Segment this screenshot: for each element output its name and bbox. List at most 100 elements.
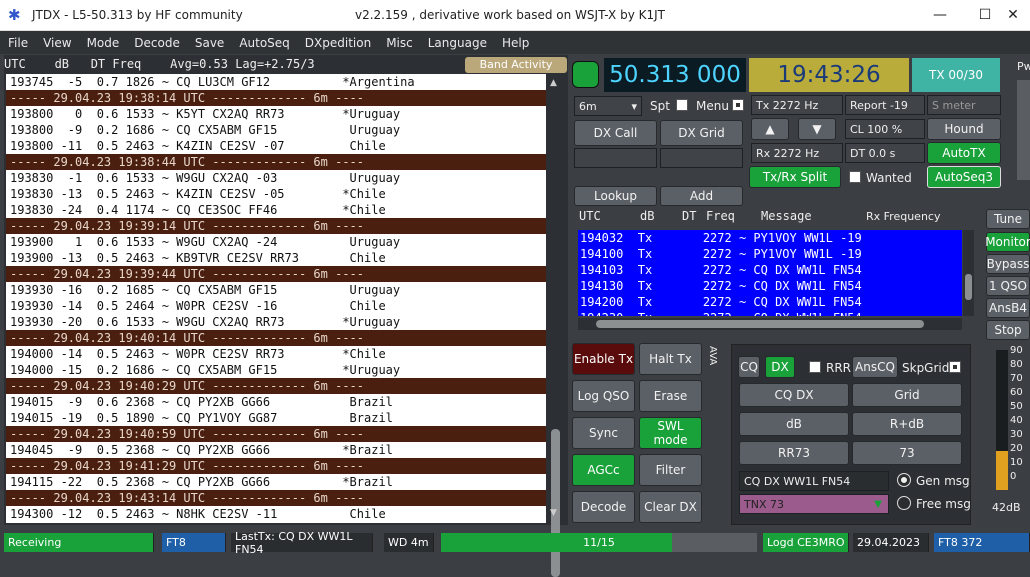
rx-frequency-field[interactable]: Rx 2272 Hz — [751, 143, 843, 163]
decode-row[interactable]: 193800 -11 0.5 2463 ~ K4ZIN CE2SV -07 Ch… — [6, 138, 546, 154]
decode-row[interactable]: 194015 -9 0.6 2368 ~ CQ PY2XB GG66 Brazi… — [6, 394, 546, 410]
smeter-field[interactable]: S meter — [927, 95, 1001, 115]
decode-row[interactable]: 193930 -16 0.2 1685 ~ CQ CX5ABM GF15 Uru… — [6, 282, 546, 298]
db-message-button[interactable]: dB — [739, 412, 849, 436]
tx-rx-split-button[interactable]: Tx/Rx Split — [749, 166, 841, 188]
menu-help[interactable]: Help — [502, 36, 529, 50]
free-msg-radio[interactable] — [897, 496, 911, 510]
hound-button[interactable]: Hound — [927, 118, 1001, 140]
dial-frequency[interactable]: 50.313 000 — [604, 58, 746, 92]
rx-row[interactable]: 194230 Tx 2272 ~ CQ DX WW1L FN54 — [578, 310, 962, 316]
clear-dx-button[interactable]: Clear DX — [639, 491, 702, 523]
monitor-button[interactable]: Monitor — [985, 232, 1030, 252]
menu-decode[interactable]: Decode — [134, 36, 180, 50]
dx-call-input[interactable] — [574, 148, 657, 168]
anscq-button[interactable]: AnsCQ — [852, 356, 898, 378]
rx-frequency-list[interactable]: 194032 Tx 2272 ~ PY1VOY WW1L -19 194100 T… — [578, 230, 962, 316]
decode-row[interactable]: 194300 -12 0.5 2463 ~ N8HK CE2SV -11 Chi… — [6, 506, 546, 522]
grid-message-button[interactable]: Grid — [852, 383, 962, 407]
rx-row[interactable]: 194100 Tx 2272 ~ PY1VOY WW1L -19 — [578, 246, 962, 262]
ansb4-button[interactable]: AnsB4 — [986, 298, 1030, 318]
decode-button[interactable]: Decode — [572, 491, 635, 523]
agcc-button[interactable]: AGCc — [572, 454, 635, 486]
menu-file[interactable]: File — [8, 36, 28, 50]
dt-spinbox[interactable]: DT 0.0 s — [845, 143, 925, 163]
filter-button[interactable]: Filter — [639, 454, 702, 486]
minimize-button[interactable]: — — [925, 4, 955, 26]
wanted-checkbox[interactable] — [849, 171, 861, 183]
freq-down-button[interactable]: ▼ — [798, 118, 836, 140]
menu-dxpedition[interactable]: DXpedition — [305, 36, 371, 50]
log-qso-button[interactable]: Log QSO — [572, 380, 635, 412]
decode-row[interactable]: 194045 -9 0.5 2368 ~ CQ PY2XB GG66 *Braz… — [6, 442, 546, 458]
menu-autoseq[interactable]: AutoSeq — [239, 36, 289, 50]
free-message-dropdown[interactable]: TNX 73 ▼ — [739, 494, 889, 514]
cq-button[interactable]: CQ — [738, 356, 760, 378]
band-select[interactable]: 6m ▾ — [574, 96, 642, 116]
menu-save[interactable]: Save — [195, 36, 224, 50]
rrr-checkbox[interactable] — [809, 361, 821, 373]
decode-row[interactable]: 194115 -22 0.5 2368 ~ CQ PY2XB GG66 *Bra… — [6, 474, 546, 490]
sync-button[interactable]: Sync — [572, 417, 635, 449]
autotx-button[interactable]: AutoTX — [927, 142, 1001, 164]
enable-tx-button[interactable]: Enable Tx — [572, 343, 635, 375]
decode-row[interactable]: 193900 -13 0.5 2463 ~ KB9TVR CE2SV RR73 … — [6, 250, 546, 266]
dx-grid-input[interactable] — [660, 148, 743, 168]
add-button[interactable]: Add — [660, 186, 743, 206]
menu-checkbox[interactable] — [732, 99, 744, 111]
scroll-down-icon[interactable]: ▼ — [550, 508, 557, 518]
menu-mode[interactable]: Mode — [87, 36, 120, 50]
cl-spinbox[interactable]: CL 100 % — [845, 119, 925, 139]
bypass-button[interactable]: Bypass — [986, 254, 1030, 274]
rdb-message-button[interactable]: R+dB — [852, 412, 962, 436]
rx-row[interactable]: 194103 Tx 2272 ~ CQ DX WW1L FN54 — [578, 262, 962, 278]
lookup-button[interactable]: Lookup — [574, 186, 657, 206]
one-qso-button[interactable]: 1 QSO — [986, 276, 1030, 296]
decode-row[interactable]: 193800 0 0.6 1533 ~ K5YT CX2AQ RR73 *Uru… — [6, 106, 546, 122]
decode-row[interactable]: 194015 -19 0.5 1890 ~ CQ PY1VOY GG87 Bra… — [6, 410, 546, 426]
dx-button[interactable]: DX — [765, 356, 795, 378]
stop-button[interactable]: Stop — [986, 320, 1030, 340]
band-activity-scrollbar[interactable]: ▲ ▼ — [547, 74, 564, 577]
rx-row[interactable]: 194032 Tx 2272 ~ PY1VOY WW1L -19 — [578, 230, 962, 246]
decode-row[interactable]: 193745 -5 0.7 1826 ~ CQ LU3CM GF12 *Arge… — [6, 74, 546, 90]
rx-vscroll-thumb[interactable] — [965, 274, 972, 300]
band-activity-list[interactable]: 193745 -5 0.7 1826 ~ CQ LU3CM GF12 *Arge… — [6, 74, 546, 523]
decode-row[interactable]: 193830 -13 0.5 2463 ~ K4ZIN CE2SV -05 *C… — [6, 186, 546, 202]
rx-row[interactable]: 194130 Tx 2272 ~ CQ DX WW1L FN54 — [578, 278, 962, 294]
scroll-thumb[interactable] — [551, 429, 560, 577]
menu-misc[interactable]: Misc — [386, 36, 413, 50]
tune-button[interactable]: Tune — [986, 209, 1030, 229]
decode-row[interactable]: 193930 -20 0.6 1533 ~ W9GU CX2AQ RR73 *U… — [6, 314, 546, 330]
dx-call-button[interactable]: DX Call — [574, 120, 657, 146]
decode-row[interactable]: 194000 -14 0.5 2463 ~ W0PR CE2SV RR73 *C… — [6, 346, 546, 362]
swl-mode-button[interactable]: SWL mode — [639, 417, 702, 449]
73-message-button[interactable]: 73 — [852, 441, 962, 465]
skpgrid-checkbox[interactable] — [949, 361, 961, 373]
gen-msg-radio[interactable] — [897, 473, 911, 487]
decode-row[interactable]: 194000 -15 0.2 1686 ~ CQ CX5ABM GF15 *Ur… — [6, 362, 546, 378]
cq-dx-message-button[interactable]: CQ DX — [739, 383, 849, 407]
autoseq3-button[interactable]: AutoSeq3 — [927, 166, 1001, 188]
menu-view[interactable]: View — [43, 36, 71, 50]
decode-row[interactable]: 193830 -1 0.6 1533 ~ W9GU CX2AQ -03 Urug… — [6, 170, 546, 186]
decode-row[interactable]: 193830 -24 0.4 1174 ~ CQ CE3SOC FF46 *Ch… — [6, 202, 546, 218]
spt-checkbox[interactable] — [676, 99, 688, 111]
freq-up-button[interactable]: ▲ — [751, 118, 789, 140]
rx-vscroll[interactable] — [963, 230, 974, 316]
maximize-button[interactable]: ☐ — [970, 4, 1000, 26]
report-spinbox[interactable]: Report -19 — [845, 95, 925, 115]
tx-message-field[interactable]: CQ DX WW1L FN54 — [739, 471, 889, 491]
menu-language[interactable]: Language — [428, 36, 487, 50]
power-slider[interactable] — [1017, 80, 1030, 180]
erase-button[interactable]: Erase — [639, 380, 702, 412]
close-button[interactable]: ✕ — [998, 4, 1028, 26]
rr73-message-button[interactable]: RR73 — [739, 441, 849, 465]
decode-row[interactable]: 193930 -14 0.5 2464 ~ W0PR CE2SV -16 Chi… — [6, 298, 546, 314]
rx-hscroll[interactable] — [578, 318, 962, 330]
decode-row[interactable]: 193900 1 0.6 1533 ~ W9GU CX2AQ -24 Urugu… — [6, 234, 546, 250]
decode-row[interactable]: 193800 -9 0.2 1686 ~ CQ CX5ABM GF15 Urug… — [6, 122, 546, 138]
halt-tx-button[interactable]: Halt Tx — [639, 343, 702, 375]
dx-grid-button[interactable]: DX Grid — [660, 120, 743, 146]
scroll-up-icon[interactable]: ▲ — [550, 78, 557, 88]
